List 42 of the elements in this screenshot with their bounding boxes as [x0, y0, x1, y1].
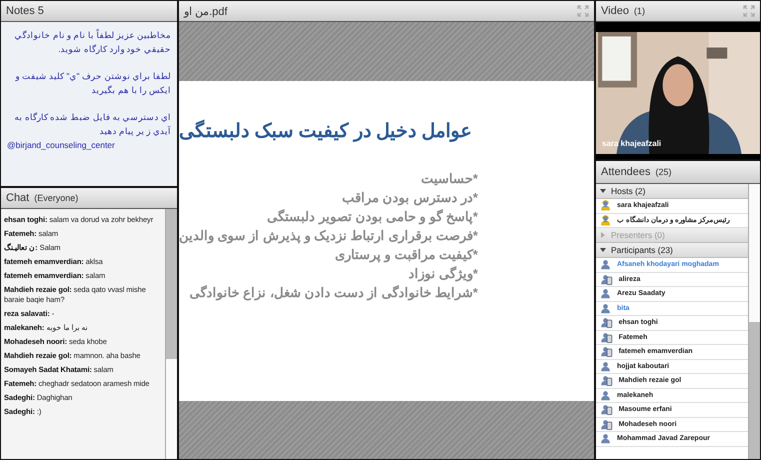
- expand-triangle-icon[interactable]: [600, 232, 606, 238]
- attendee-count: (25): [656, 167, 672, 177]
- collapse-triangle-icon[interactable]: [600, 247, 606, 253]
- panel-title: Notes 5: [6, 5, 44, 17]
- panel-title: Chat: [6, 192, 30, 204]
- chat-audience: (Everyone): [34, 193, 78, 203]
- document-title: من او.pdf: [184, 4, 228, 18]
- user-icon: [600, 259, 611, 270]
- user-phone-icon: [600, 346, 613, 358]
- user-icon: [600, 288, 611, 300]
- slide-bullet: *ویژگی نوزاد: [408, 266, 478, 282]
- note-text: لطفا براي نوشتن حرف "ي" كليد شيفت و ايكس را با هم بگيريد: [14, 70, 171, 97]
- note-text: @birjand_counseling_center: [7, 139, 116, 152]
- video-count: (1): [634, 6, 645, 16]
- user-headset-icon: [600, 214, 611, 226]
- group-header[interactable]: Participants (23): [596, 243, 748, 258]
- slide-bullet: *حساسیت: [420, 170, 478, 186]
- panel-title: Video: [601, 5, 629, 17]
- user-icon: [600, 433, 611, 444]
- video-caption: sara khajeafzali: [602, 139, 662, 148]
- user-icon: [600, 360, 611, 372]
- note-text: اي دسترسي به فايل ضبط شده كارگاه به آيدي ز ير پيام دهيد: [13, 111, 171, 138]
- fullscreen-icon[interactable]: [743, 5, 755, 17]
- panel-title: Attendees: [601, 166, 651, 178]
- scrollbar[interactable]: [748, 184, 760, 459]
- user-phone-icon: [600, 317, 613, 328]
- group-header[interactable]: Hosts (2): [596, 184, 748, 199]
- slide-bullet: *در دسترس بودن مراقب: [342, 190, 478, 206]
- collapse-triangle-icon[interactable]: [600, 188, 606, 194]
- slide-bullet: *پاسخ گو و حامی بودن تصویر دلبستگی: [267, 208, 478, 224]
- user-headset-icon: [600, 200, 611, 212]
- user-icon: [600, 390, 611, 401]
- user-phone-icon: [600, 404, 613, 416]
- user-phone-icon: [600, 375, 613, 386]
- slide-bullet: *شرایط خانوادگی از دست دادن شغل، نزاع خانوادگی: [190, 284, 478, 300]
- slide-bullet: *فرصت برقراری ارتباط نزدیک و پذیرش از سوی والدین: [179, 228, 478, 244]
- slide-title: عوامل دخیل در کیفیت سبک دلبستگی: [179, 118, 472, 142]
- fullscreen-icon[interactable]: [577, 5, 589, 17]
- note-text: مخاطبين عزيز لطفاً با نام و نام خانوادگي حقيقي خود وارد كارگاه شويد.: [13, 28, 171, 56]
- scrollbar[interactable]: [165, 209, 177, 459]
- slide-bullet: *کیفیت مراقبت و پرستاری: [335, 246, 478, 262]
- user-icon: [600, 302, 611, 314]
